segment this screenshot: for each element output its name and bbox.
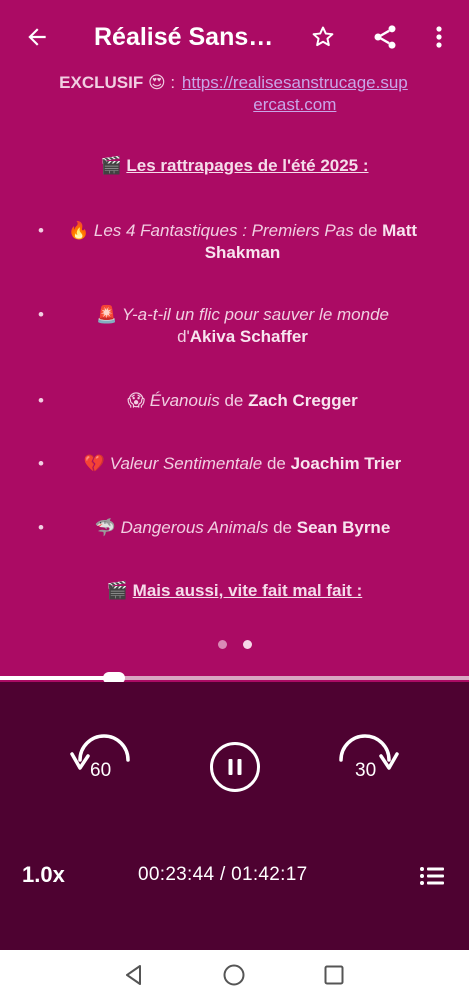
page-dot[interactable] — [218, 640, 227, 649]
playback-speed-button[interactable]: 1.0x — [22, 862, 65, 888]
current-time: 00:23:44 — [138, 864, 215, 885]
section-heading-2: 🎬 Mais aussi, vite fait mal fait : — [106, 581, 363, 600]
rewind-seconds: 60 — [90, 760, 112, 781]
shark-icon: 🦈 — [94, 518, 116, 537]
page-dot-active[interactable] — [243, 640, 252, 649]
duration: 01:42:17 — [231, 864, 308, 885]
clapper-icon: 🎬 — [100, 156, 122, 175]
broken-heart-icon: 💔 — [83, 454, 105, 473]
page-title: Réalisé Sans Trucage — [94, 23, 274, 51]
time-readout: 00:23:44 / 01:42:17 — [138, 864, 308, 885]
pause-button[interactable] — [209, 741, 261, 793]
siren-icon: 🚨 — [96, 305, 118, 324]
supercast-link[interactable]: https://realisesanstrucage.supercast.com — [180, 72, 410, 116]
fire-icon: 🔥 — [67, 221, 90, 240]
playlist-icon[interactable] — [418, 862, 446, 890]
share-icon[interactable] — [368, 20, 402, 54]
scream-icon: 😱 — [127, 391, 146, 410]
playback-progress-bar[interactable] — [0, 672, 469, 684]
nav-recents-icon[interactable] — [322, 963, 346, 987]
nav-back-icon[interactable] — [122, 963, 146, 987]
more-vertical-icon[interactable] — [425, 20, 453, 54]
page-indicator — [218, 640, 252, 649]
rewind-button[interactable]: 60 — [66, 734, 136, 798]
exclusive-label: EXCLUSIF 😍 — [59, 73, 166, 92]
exclusive-line: EXCLUSIF 😍 : https://realisesanstrucage.… — [0, 72, 469, 116]
forward-seconds: 30 — [355, 760, 377, 781]
progress-fill — [0, 676, 114, 680]
system-nav-bar — [0, 950, 469, 1000]
star-icon[interactable] — [306, 20, 340, 54]
player-controls: 60 30 1.0x 00:23:44 / 01:42:17 — [0, 682, 469, 950]
nav-home-icon[interactable] — [222, 963, 246, 987]
forward-button[interactable]: 30 — [333, 734, 403, 798]
top-app-bar: Réalisé Sans Trucage — [0, 0, 469, 72]
episode-description: EXCLUSIF 😍 : https://realisesanstrucage.… — [0, 72, 469, 632]
section-heading: 🎬 Les rattrapages de l'été 2025 : — [100, 156, 369, 175]
back-arrow-icon[interactable] — [20, 20, 54, 54]
clapper-icon: 🎬 — [106, 581, 128, 600]
